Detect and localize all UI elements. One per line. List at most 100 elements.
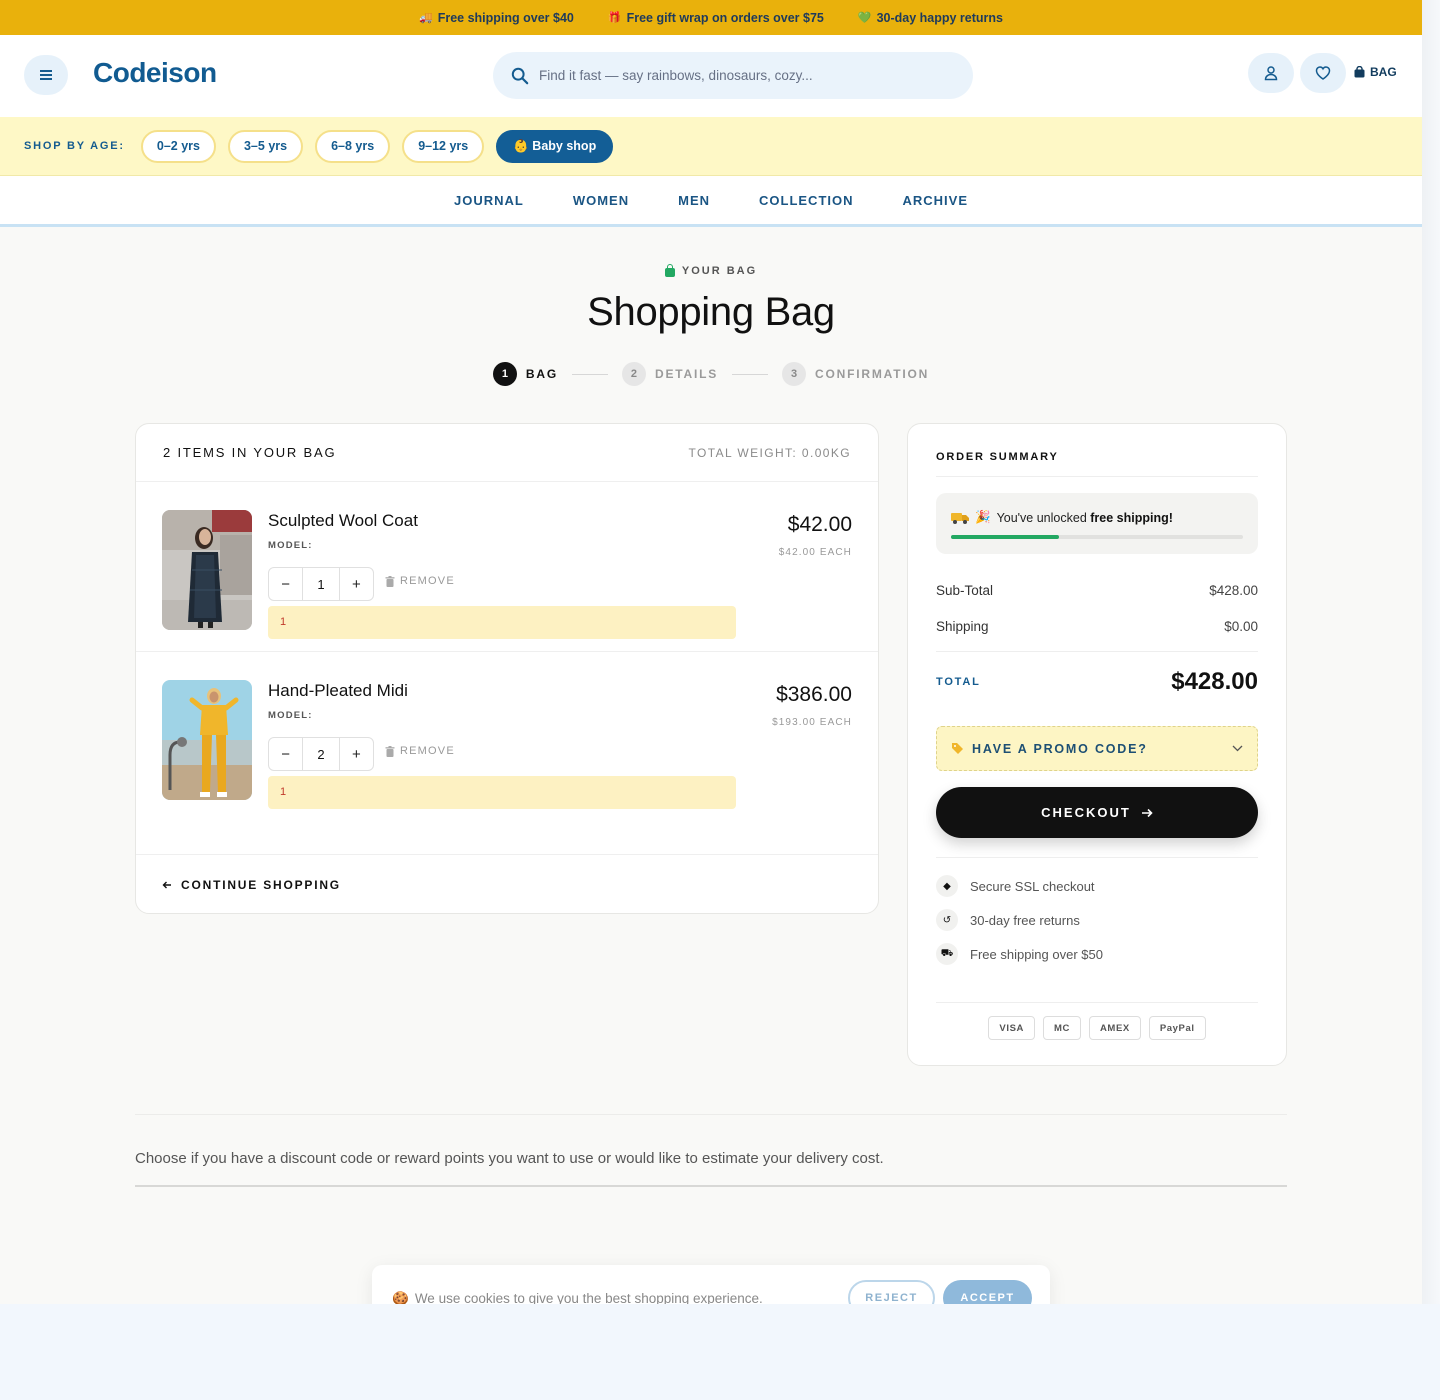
announcement-text: Free shipping over $40 [437, 10, 574, 25]
remove-button[interactable]: REMOVE [385, 575, 455, 587]
age-pill-0-2[interactable]: 0–2 yrs [140, 129, 216, 163]
announcement-text: 30-day happy returns [876, 10, 1003, 25]
checkout-steps: 1 BAG 2 DETAILS 3 CONFIRMATION [0, 362, 1422, 386]
quantity-value[interactable]: 1 [302, 568, 340, 600]
continue-shopping-label: CONTINUE SHOPPING [181, 877, 341, 892]
order-summary-title: ORDER SUMMARY [936, 451, 1059, 463]
payment-methods: VISA MC AMEX PayPal [908, 1016, 1286, 1040]
divider [936, 857, 1258, 858]
increase-qty-button[interactable]: + [340, 738, 373, 770]
product-name[interactable]: Sculpted Wool Coat [268, 511, 418, 531]
item-unit-price: $193.00 EACH [772, 717, 852, 728]
account-button[interactable] [1248, 53, 1294, 93]
step-divider [732, 373, 769, 375]
divider [135, 1185, 1287, 1187]
checkout-label: CHECKOUT [1041, 805, 1131, 820]
cookie-message: 🍪 We use cookies to give you the best sh… [392, 1291, 763, 1304]
tag-icon [952, 743, 963, 754]
trust-item: ◆ Secure SSL checkout [936, 875, 1095, 897]
step-label: BAG [525, 367, 558, 381]
total-label: TOTAL [936, 676, 981, 688]
order-summary: ORDER SUMMARY 🎉 You've unlocked free shi… [907, 423, 1287, 1066]
subtotal-label: Sub-Total [936, 583, 994, 598]
cookie-text: We use cookies to give you the best shop… [414, 1291, 763, 1304]
amex-badge: AMEX [1088, 1016, 1141, 1040]
nav-archive[interactable]: ARCHIVE [903, 193, 969, 208]
announcement-bar: 🚚 Free shipping over $40 🎁 Free gift wra… [0, 0, 1422, 35]
decrease-qty-button[interactable]: − [269, 568, 302, 600]
item-note: 1 [268, 776, 736, 809]
shipping-label: Shipping [936, 619, 989, 634]
nav-men[interactable]: MEN [678, 193, 710, 208]
step-number: 3 [782, 362, 807, 386]
remove-button[interactable]: REMOVE [385, 745, 455, 757]
shield-icon: ◆ [936, 875, 958, 897]
cart-item: Sculpted Wool Coat MODEL: − 1 + REMOVE 1… [136, 482, 878, 652]
nav-women[interactable]: WOMEN [573, 193, 629, 208]
trust-item: ↺ 30-day free returns [936, 909, 1080, 931]
total-row: TOTAL $428.00 [936, 668, 1258, 696]
accept-cookies-button[interactable]: ACCEPT [943, 1280, 1032, 1304]
item-note: 1 [268, 606, 736, 639]
menu-button[interactable] [24, 55, 68, 95]
quantity-stepper: − 2 + [268, 737, 374, 771]
bag-button[interactable]: BAG [1354, 65, 1397, 79]
chevron-down-icon [1232, 745, 1243, 752]
search-input[interactable] [539, 68, 939, 83]
site-header: Codeison BAG [0, 35, 1422, 117]
trash-icon [385, 745, 395, 757]
trust-text: Free shipping over $50 [970, 946, 1103, 962]
divider [936, 651, 1258, 652]
trash-icon [385, 575, 395, 587]
main-nav: JOURNAL WOMEN MEN COLLECTION ARCHIVE [0, 176, 1422, 227]
mastercard-badge: MC [1042, 1016, 1081, 1040]
quantity-value[interactable]: 2 [302, 738, 340, 770]
shipping-value: $0.00 [1224, 619, 1258, 634]
arrow-right-icon [1141, 808, 1153, 817]
announcement-item: 🎁 Free gift wrap on orders over $75 [608, 11, 824, 25]
bag-icon [664, 263, 675, 277]
return-icon: ↺ [936, 909, 958, 931]
increase-qty-button[interactable]: + [340, 568, 373, 600]
shop-by-age-bar: SHOP BY AGE: 0–2 yrs 3–5 yrs 6–8 yrs 9–1… [0, 117, 1422, 176]
promo-code-toggle[interactable]: HAVE A PROMO CODE? [936, 726, 1258, 771]
search-bar[interactable] [493, 52, 973, 99]
ship-text: You've unlocked free shipping! [996, 510, 1173, 525]
trust-text: 30-day free returns [970, 912, 1080, 928]
search-icon [511, 67, 529, 84]
party-icon: 🎉 [975, 510, 991, 524]
shipping-progress-bar [951, 535, 1243, 539]
shipping-progress-fill [951, 535, 1060, 539]
nav-collection[interactable]: COLLECTION [759, 193, 854, 208]
logo[interactable]: Codeison [93, 57, 217, 89]
shop-by-age-label: SHOP BY AGE: [24, 140, 125, 152]
cookie-banner: 🍪 We use cookies to give you the best sh… [372, 1265, 1050, 1304]
wishlist-button[interactable] [1300, 53, 1346, 93]
subtotal-row: Sub-Total $428.00 [936, 583, 1258, 598]
product-image[interactable] [162, 510, 252, 630]
shopping-bag-icon [1354, 66, 1365, 78]
product-name[interactable]: Hand-Pleated Midi [268, 681, 408, 701]
announcement-text: Free gift wrap on orders over $75 [626, 10, 824, 25]
free-shipping-text: 🎉 You've unlocked free shipping! [951, 510, 1173, 525]
user-icon [1264, 66, 1278, 81]
remove-label: REMOVE [400, 745, 455, 757]
product-image[interactable] [162, 680, 252, 800]
baby-shop-pill[interactable]: 👶 Baby shop [496, 129, 614, 163]
decrease-qty-button[interactable]: − [269, 738, 302, 770]
divider [936, 476, 1258, 477]
age-pill-6-8[interactable]: 6–8 yrs [315, 129, 391, 163]
continue-shopping-link[interactable]: CONTINUE SHOPPING [136, 854, 878, 913]
promo-label: HAVE A PROMO CODE? [972, 741, 1148, 756]
item-price: $42.00 [787, 513, 852, 536]
step-bag: 1 BAG [492, 362, 558, 386]
reject-cookies-button[interactable]: REJECT [848, 1280, 935, 1304]
nav-journal[interactable]: JOURNAL [454, 193, 524, 208]
age-pill-9-12[interactable]: 9–12 yrs [402, 129, 485, 163]
checkout-button[interactable]: CHECKOUT [936, 787, 1258, 838]
scrollbar[interactable] [1422, 0, 1440, 1304]
item-unit-price: $42.00 EACH [778, 547, 852, 558]
hamburger-icon [40, 74, 52, 76]
age-pill-3-5[interactable]: 3–5 yrs [227, 129, 304, 163]
divider [936, 1002, 1258, 1003]
